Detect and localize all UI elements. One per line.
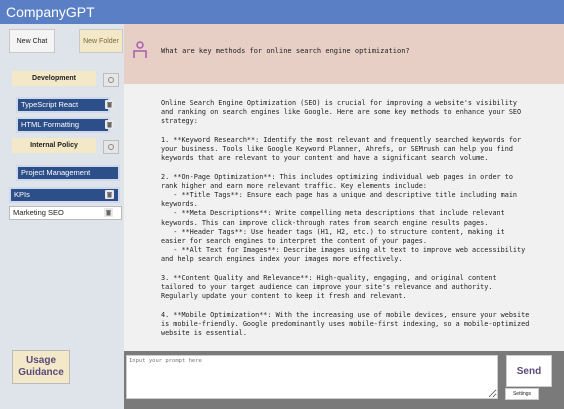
folder-delete-button[interactable] xyxy=(103,140,119,154)
answer-panel: Online Search Engine Optimization (SEO) … xyxy=(124,84,564,351)
folder-internal-policy[interactable]: Internal Policy xyxy=(12,138,96,153)
folder-delete-button[interactable] xyxy=(103,73,119,87)
new-folder-button[interactable]: New Folder xyxy=(79,29,123,53)
chat-item-project-management[interactable]: Project Management xyxy=(16,165,120,181)
settings-button[interactable]: Settings xyxy=(505,388,539,400)
chat-item-kpis[interactable]: KPIs xyxy=(9,187,120,203)
assistant-answer: Online Search Engine Optimization (SEO) … xyxy=(161,99,530,338)
chat-item-label: TypeScript React xyxy=(21,100,79,109)
trash-icon[interactable] xyxy=(105,120,114,129)
user-icon xyxy=(133,41,147,58)
question-panel: What are key methods for online search e… xyxy=(124,24,564,84)
chat-item-label: Project Management xyxy=(21,168,91,177)
usage-guidance-button[interactable]: Usage Guidance xyxy=(12,350,70,384)
trash-icon[interactable] xyxy=(105,100,114,109)
trash-icon[interactable] xyxy=(104,208,113,217)
chat-item-marketing-seo[interactable]: Marketing SEO xyxy=(9,206,122,220)
chat-item-label: KPIs xyxy=(14,190,30,199)
send-button[interactable]: Send xyxy=(506,355,552,387)
folder-development[interactable]: Development xyxy=(12,71,96,86)
chat-item-label: HTML Formatting xyxy=(21,120,80,129)
gear-icon xyxy=(108,77,114,83)
new-chat-button[interactable]: New Chat xyxy=(9,29,55,53)
chat-item-typescript-react[interactable]: TypeScript React xyxy=(16,97,114,113)
gear-icon xyxy=(108,144,114,150)
title-bar: CompanyGPT xyxy=(0,0,564,24)
prompt-input[interactable] xyxy=(126,355,498,399)
chat-item-html-formatting[interactable]: HTML Formatting xyxy=(16,117,114,133)
app-title: CompanyGPT xyxy=(6,4,95,20)
user-question: What are key methods for online search e… xyxy=(161,47,410,55)
trash-icon[interactable] xyxy=(105,190,114,199)
chat-item-label: Marketing SEO xyxy=(13,208,64,217)
